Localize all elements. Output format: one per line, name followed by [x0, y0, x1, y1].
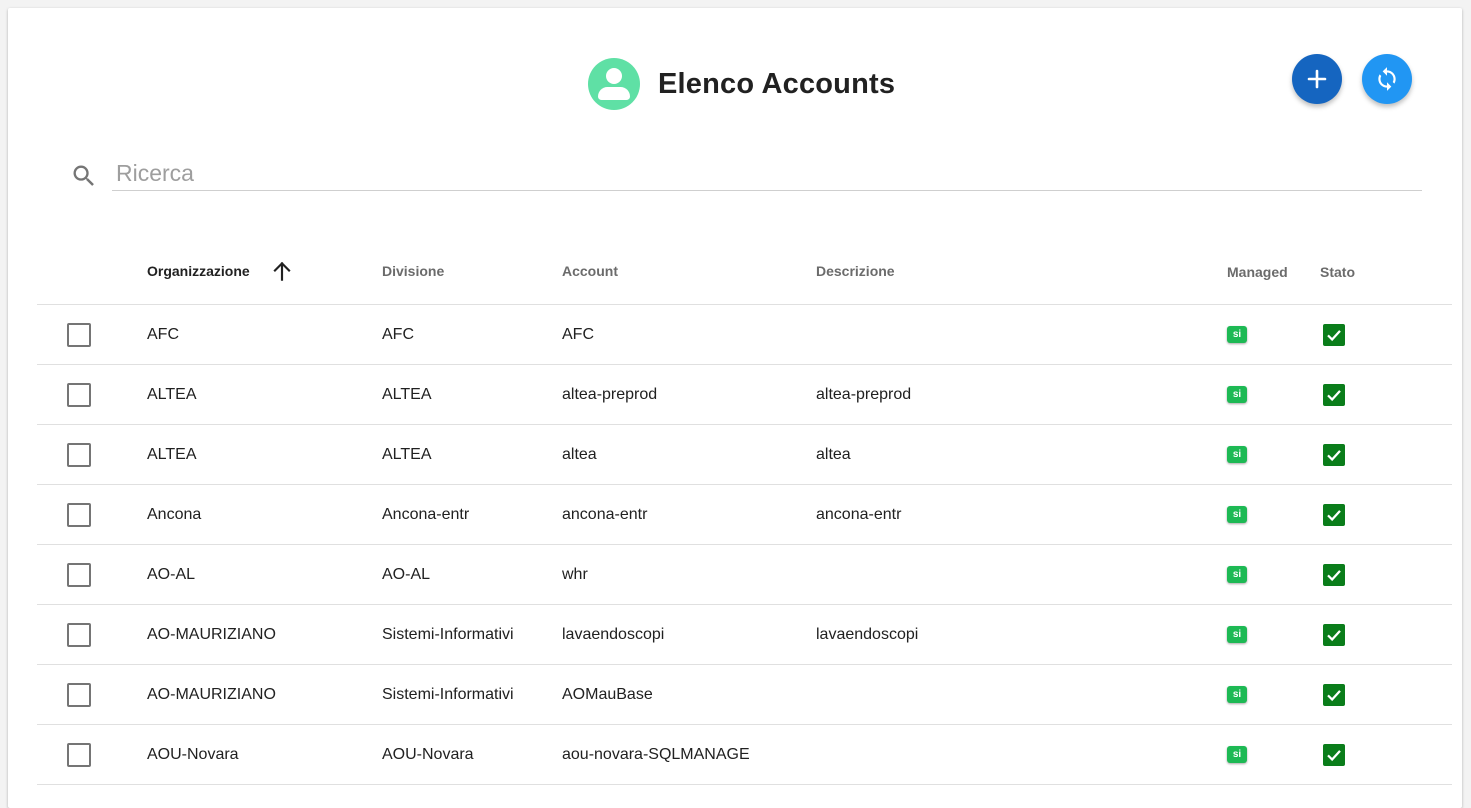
table-row[interactable]: AFC AFC AFC si: [37, 305, 1452, 365]
managed-badge: si: [1227, 506, 1247, 523]
status-check-icon: [1323, 384, 1345, 406]
column-header-organizzazione[interactable]: Organizzazione: [147, 263, 250, 279]
table-row[interactable]: AO-MAURIZIANO Sistemi-Informativi AOMauB…: [37, 665, 1452, 725]
cell-descrizione: lavaendoscopi: [816, 626, 919, 643]
plus-icon: [1307, 69, 1327, 89]
status-check-icon: [1323, 744, 1345, 766]
row-select-checkbox[interactable]: [67, 443, 91, 467]
cell-divisione: ALTEA: [382, 446, 432, 463]
row-select-checkbox[interactable]: [67, 563, 91, 587]
row-select-checkbox[interactable]: [67, 743, 91, 767]
page-header: Elenco Accounts: [588, 58, 895, 110]
cell-organizzazione: AO-AL: [147, 566, 196, 583]
managed-badge: si: [1227, 326, 1247, 343]
status-check-icon: [1323, 684, 1345, 706]
status-check-icon: [1323, 324, 1345, 346]
managed-badge: si: [1227, 446, 1247, 463]
row-select-checkbox[interactable]: [67, 503, 91, 527]
status-check-icon: [1323, 444, 1345, 466]
status-check-icon: [1323, 504, 1345, 526]
cell-divisione: Sistemi-Informativi: [382, 686, 514, 703]
cell-divisione: AFC: [382, 326, 414, 343]
column-header-stato[interactable]: Stato: [1320, 264, 1355, 280]
page-title: Elenco Accounts: [658, 67, 896, 100]
accounts-table: Organizzazione Divisione Account Descriz…: [37, 240, 1452, 785]
cell-organizzazione: AO-MAURIZIANO: [147, 626, 276, 643]
table-row[interactable]: AOU-Novara AOU-Novara aou-novara-SQLMANA…: [37, 725, 1452, 785]
arrow-up-sort-icon[interactable]: [269, 258, 295, 284]
cell-organizzazione: ALTEA: [147, 386, 197, 403]
cell-account: lavaendoscopi: [562, 626, 665, 643]
row-select-checkbox[interactable]: [67, 323, 91, 347]
table-row[interactable]: AO-AL AO-AL whr si: [37, 545, 1452, 605]
managed-badge: si: [1227, 566, 1247, 583]
cell-organizzazione: AO-MAURIZIANO: [147, 686, 276, 703]
cell-account: altea-preprod: [562, 386, 658, 403]
cell-divisione: AO-AL: [382, 566, 431, 583]
refresh-button[interactable]: [1362, 54, 1412, 104]
cell-account: AOMauBase: [562, 686, 653, 703]
cell-descrizione: ancona-entr: [816, 506, 902, 523]
cell-organizzazione: AOU-Novara: [147, 746, 239, 763]
cell-account: ancona-entr: [562, 506, 648, 523]
table-body: AFC AFC AFC si ALTEA ALTEA altea-preprod…: [37, 305, 1452, 785]
managed-badge: si: [1227, 686, 1247, 703]
column-header-divisione[interactable]: Divisione: [382, 263, 444, 279]
cell-organizzazione: AFC: [147, 326, 179, 343]
add-account-button[interactable]: [1292, 54, 1342, 104]
managed-badge: si: [1227, 626, 1247, 643]
managed-badge: si: [1227, 746, 1247, 763]
cell-descrizione: altea: [816, 446, 851, 463]
row-select-checkbox[interactable]: [67, 683, 91, 707]
cell-account: AFC: [562, 326, 594, 343]
search-bar: [68, 156, 1422, 192]
search-icon: [73, 165, 94, 186]
table-row[interactable]: ALTEA ALTEA altea-preprod altea-preprod …: [37, 365, 1452, 425]
cell-organizzazione: ALTEA: [147, 446, 197, 463]
table-row[interactable]: AO-MAURIZIANO Sistemi-Informativi lavaen…: [37, 605, 1452, 665]
column-header-descrizione[interactable]: Descrizione: [816, 263, 895, 279]
cell-divisione: Sistemi-Informativi: [382, 626, 514, 643]
status-check-icon: [1323, 624, 1345, 646]
table-row[interactable]: ALTEA ALTEA altea altea si: [37, 425, 1452, 485]
cell-account: altea: [562, 446, 597, 463]
column-header-account[interactable]: Account: [562, 263, 618, 279]
row-select-checkbox[interactable]: [67, 623, 91, 647]
column-header-managed[interactable]: Managed: [1227, 264, 1288, 280]
cell-divisione: ALTEA: [382, 386, 432, 403]
table-header: Organizzazione Divisione Account Descriz…: [37, 240, 1452, 305]
accounts-card: Elenco Accounts Organizzazione Divisione…: [8, 8, 1462, 808]
cell-account: whr: [562, 566, 588, 583]
managed-badge: si: [1227, 386, 1247, 403]
cell-descrizione: altea-preprod: [816, 386, 912, 403]
table-row[interactable]: Ancona Ancona-entr ancona-entr ancona-en…: [37, 485, 1452, 545]
cell-divisione: Ancona-entr: [382, 506, 470, 523]
cell-organizzazione: Ancona: [147, 506, 202, 523]
account-circle-icon: [588, 58, 640, 110]
status-check-icon: [1323, 564, 1345, 586]
refresh-icon: [1378, 67, 1396, 91]
cell-account: aou-novara-SQLMANAGE: [562, 746, 750, 763]
cell-divisione: AOU-Novara: [382, 746, 474, 763]
row-select-checkbox[interactable]: [67, 383, 91, 407]
search-input[interactable]: [112, 156, 1422, 191]
